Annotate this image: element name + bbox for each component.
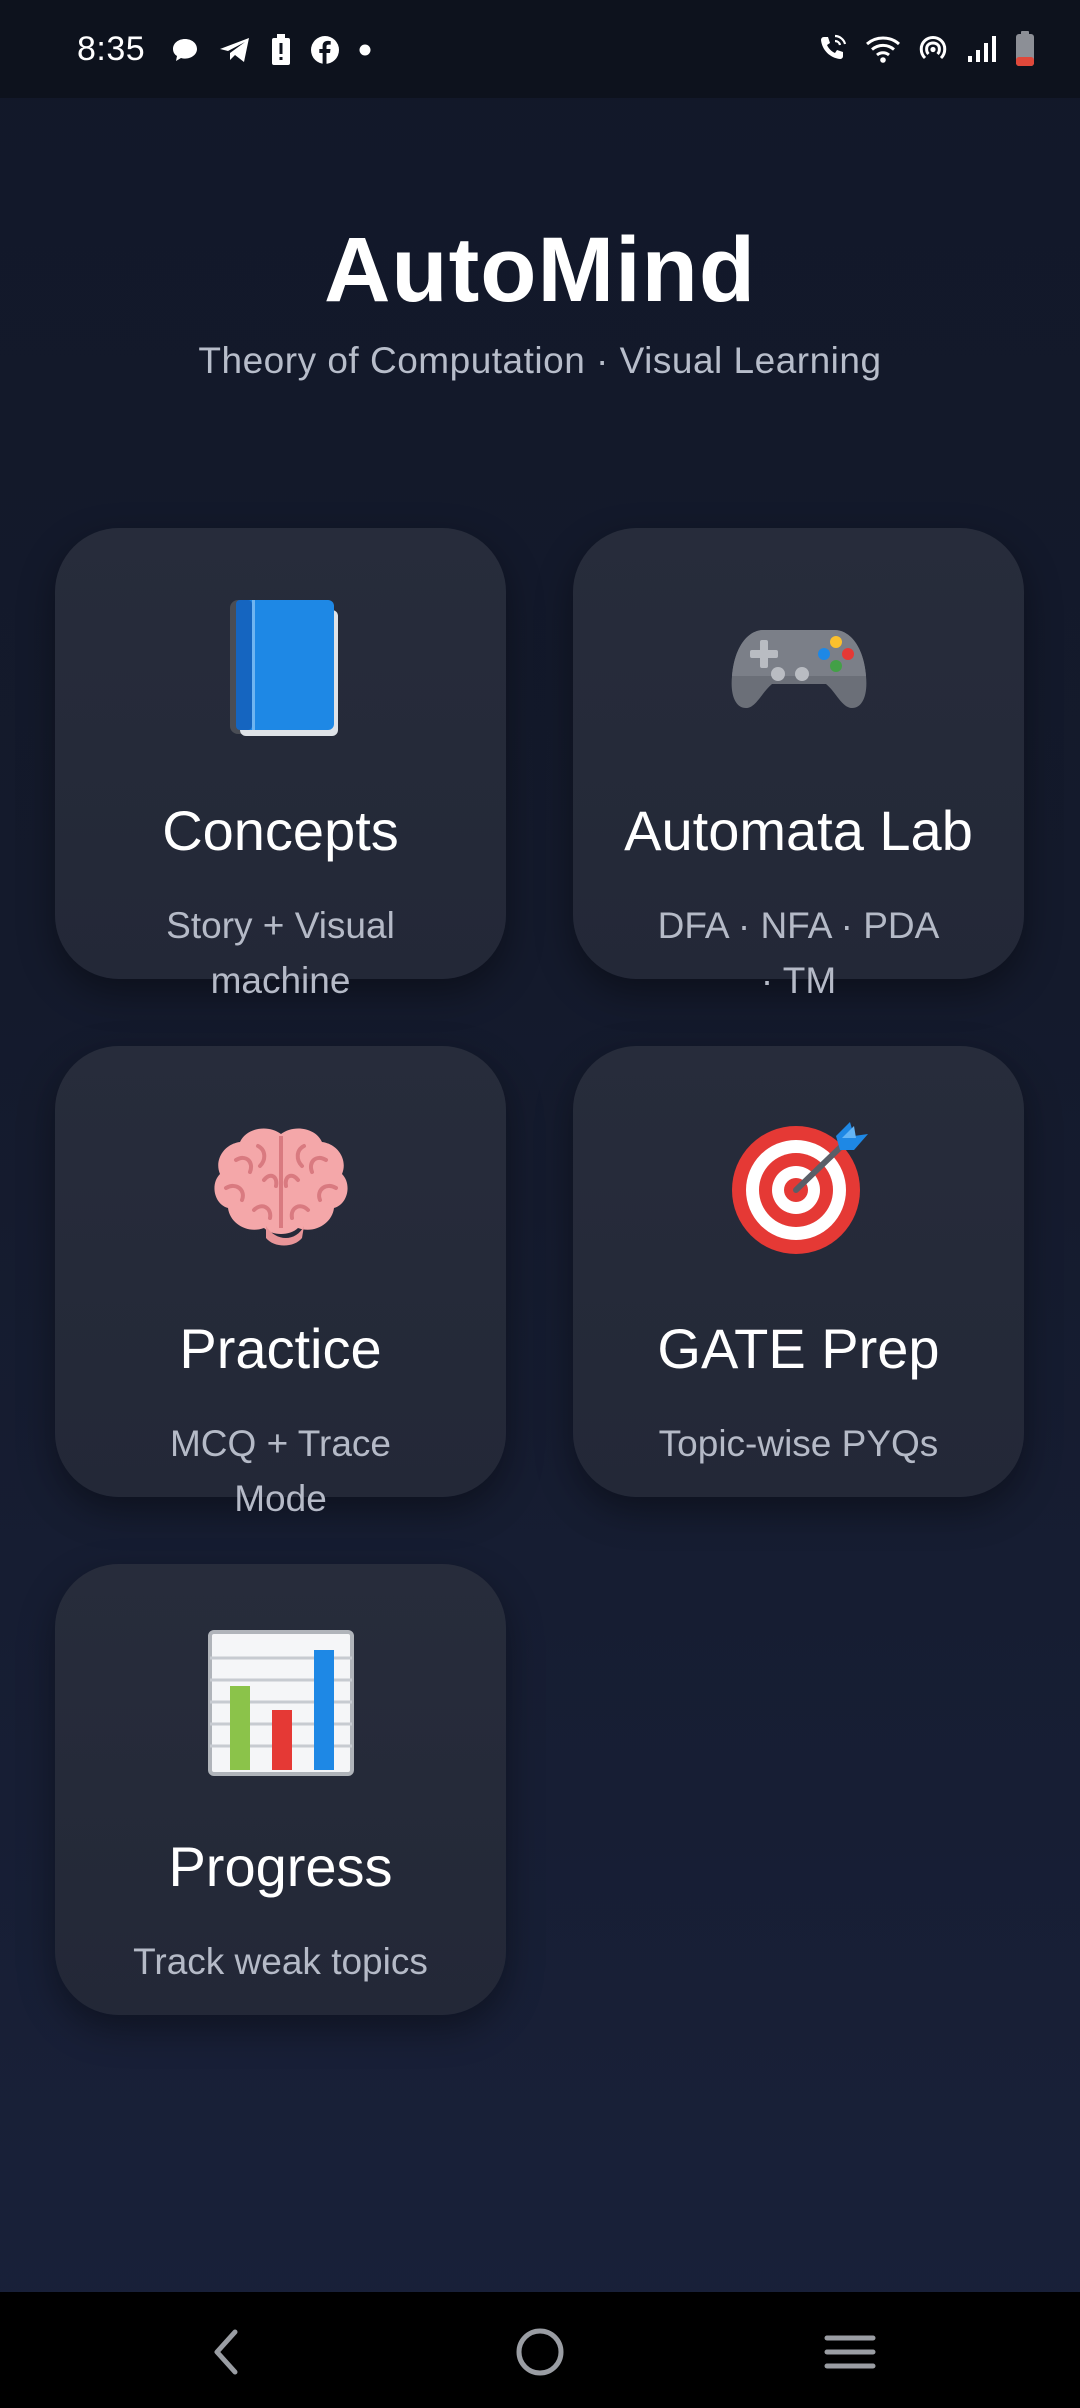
card-title: Automata Lab: [624, 799, 973, 862]
signal-icon: [968, 36, 996, 62]
hotspot-icon: [919, 36, 947, 60]
card-title: GATE Prep: [657, 1317, 940, 1380]
card-description: Topic-wise PYQs: [658, 1423, 939, 1464]
card-description: Story + Visual machine: [166, 905, 395, 1001]
book-icon: [229, 600, 338, 736]
gate-prep-card[interactable]: GATE Prep Topic-wise PYQs: [573, 1046, 1024, 1497]
chat-bubble-icon: [173, 39, 197, 61]
card-description: MCQ + Trace Mode: [169, 1423, 392, 1519]
dot-icon: [359, 44, 371, 56]
app-subtitle: Theory of Computation · Visual Learning: [198, 340, 882, 381]
battery-low-icon: [1016, 31, 1034, 66]
recents-icon[interactable]: [810, 2312, 890, 2392]
game-controller-icon: [731, 630, 866, 708]
automata-lab-card[interactable]: Automata Lab DFA · NFA · PDA · TM: [573, 528, 1024, 1001]
notification-icons: [170, 30, 372, 70]
brain-icon: [213, 1128, 348, 1246]
card-description: DFA · NFA · PDA · TM: [657, 905, 940, 1001]
wifi-icon: [866, 36, 900, 63]
progress-card[interactable]: Progress Track weak topics: [55, 1564, 506, 2015]
app-title: AutoMind: [323, 219, 757, 321]
navigation-bar: [0, 2292, 1080, 2408]
telegram-icon: [220, 38, 249, 62]
status-bar: 8:35: [0, 0, 1080, 98]
home-icon[interactable]: [500, 2312, 580, 2392]
card-description: Track weak topics: [133, 1941, 428, 1982]
wifi-calling-icon: [821, 34, 847, 59]
status-time: 8:35: [77, 30, 146, 68]
bar-chart-icon: [207, 1630, 354, 1776]
concepts-card[interactable]: Concepts Story + Visual machine: [55, 528, 506, 1001]
card-title: Concepts: [162, 799, 399, 862]
battery-alert-icon: [272, 34, 290, 65]
back-icon[interactable]: [187, 2312, 267, 2392]
target-icon: [731, 1122, 868, 1254]
system-icons: [817, 28, 1035, 70]
facebook-icon: [311, 36, 339, 64]
card-title: Practice: [179, 1317, 382, 1380]
card-title: Progress: [168, 1835, 393, 1898]
practice-card[interactable]: Practice MCQ + Trace Mode: [55, 1046, 506, 1519]
